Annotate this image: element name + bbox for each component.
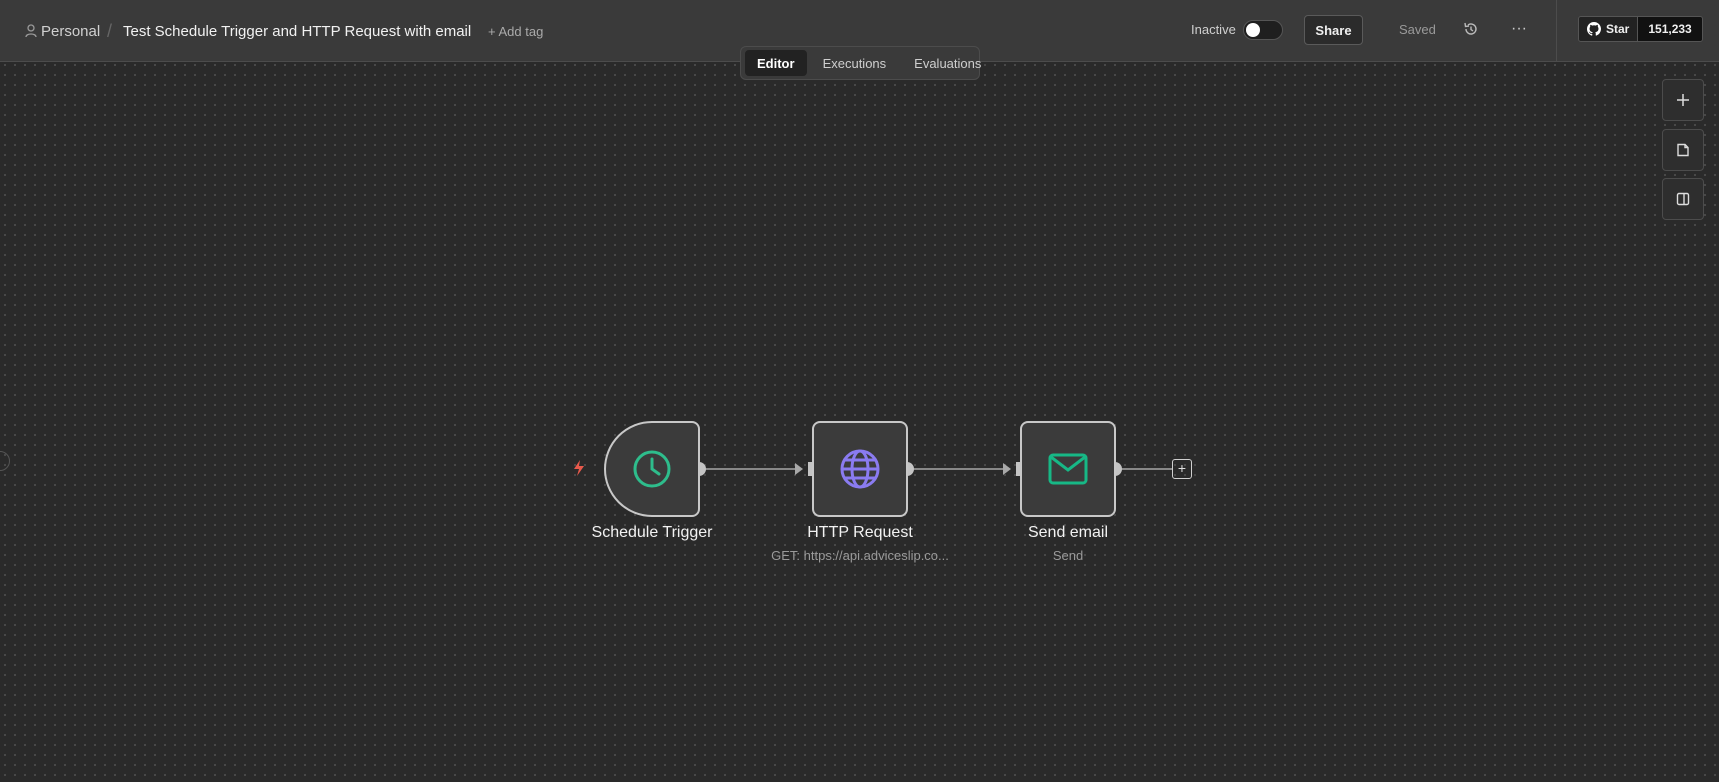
connection-trigger-to-http bbox=[699, 463, 803, 475]
node-schedule-trigger[interactable] bbox=[604, 421, 700, 517]
globe-icon bbox=[840, 449, 880, 489]
connection-http-to-email bbox=[907, 463, 1011, 475]
node-subtitle-http-request: GET: https://api.adviceslip.co... bbox=[771, 548, 949, 563]
workflow-connections bbox=[692, 462, 1172, 476]
node-send-email[interactable] bbox=[1020, 421, 1116, 517]
add-next-node-button[interactable]: + bbox=[1172, 459, 1192, 479]
clock-icon bbox=[633, 450, 671, 488]
node-label-send-email: Send email bbox=[1027, 524, 1109, 541]
node-label-http-request: HTTP Request bbox=[807, 524, 913, 541]
mail-icon bbox=[1048, 453, 1088, 485]
trigger-bolt-icon bbox=[574, 460, 584, 476]
node-label-schedule-trigger: Schedule Trigger bbox=[591, 524, 713, 541]
node-subtitle-send-email: Send bbox=[1052, 548, 1084, 563]
node-http-request[interactable] bbox=[812, 421, 908, 517]
